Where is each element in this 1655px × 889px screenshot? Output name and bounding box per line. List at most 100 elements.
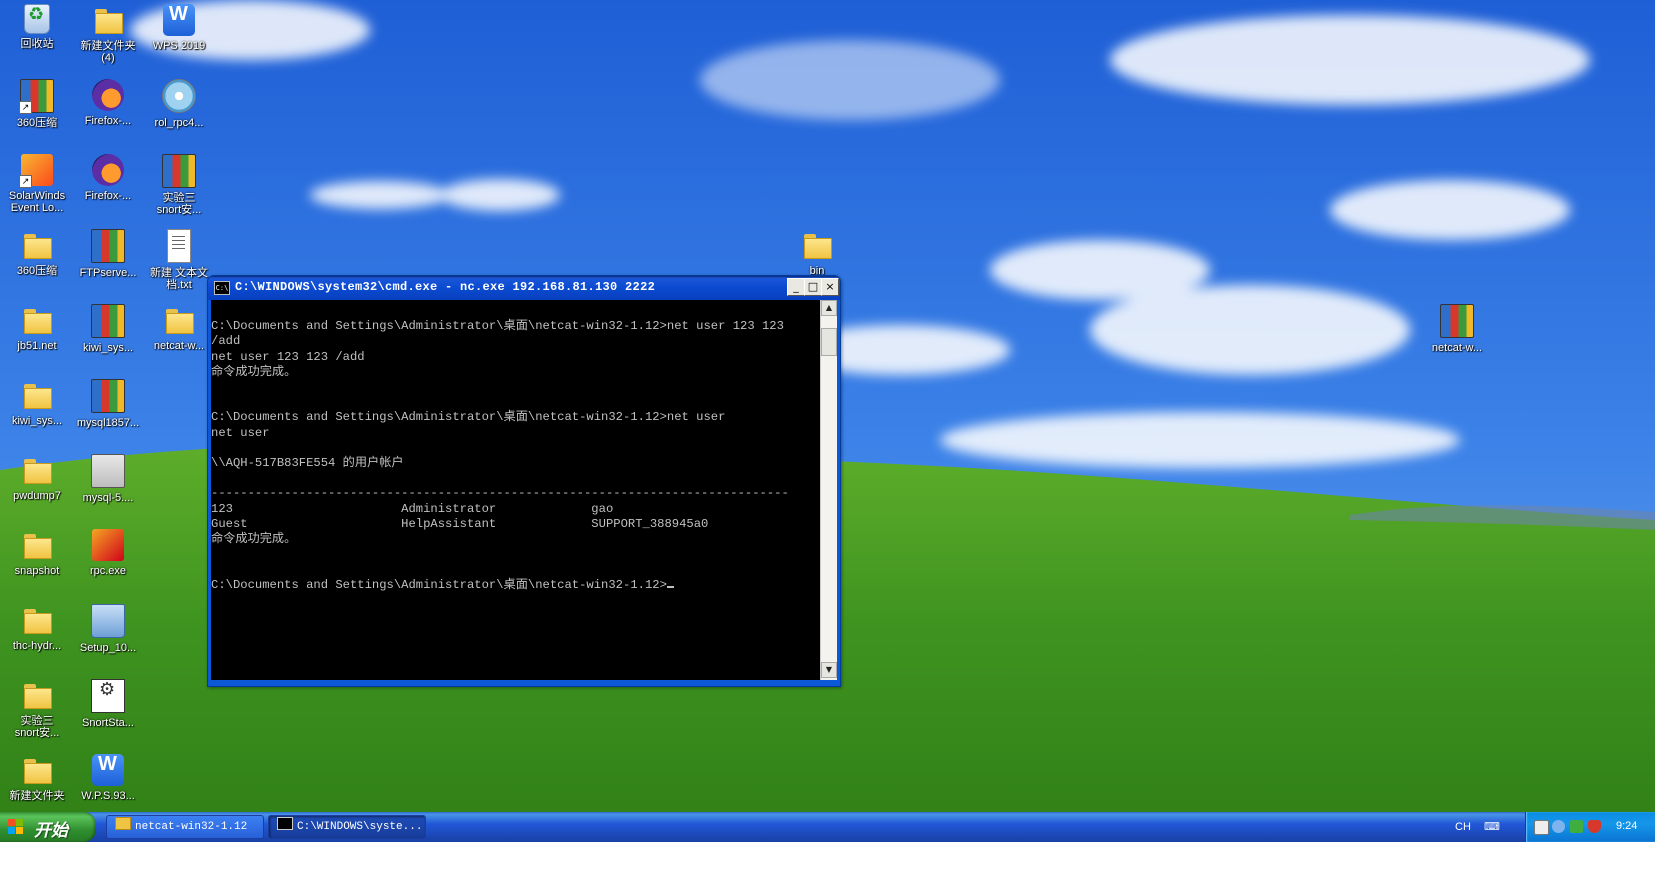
console-line: 命令成功完成。 <box>211 532 297 547</box>
console-text: C:\Documents and Settings\Administrator\… <box>211 304 789 593</box>
window-title: C:\WINDOWS\system32\cmd.exe - nc.exe 192… <box>235 280 656 294</box>
desktop-icon-snortsta[interactable]: SnortSta... <box>71 675 145 749</box>
desktop-icon-label: 新建文件夹 <box>9 790 65 802</box>
console-output-area[interactable]: C:\Documents and Settings\Administrator\… <box>211 300 820 680</box>
desktop-icon-netcat-right[interactable]: netcat-w... <box>1420 300 1494 374</box>
desktop-icon-label: FTPserve... <box>79 267 137 279</box>
desktop-icon-pwdump7[interactable]: pwdump7 <box>0 450 74 524</box>
desktop-icon-mysql-5[interactable]: mysql-5.... <box>71 450 145 524</box>
taskbar-button-cmd[interactable]: C:\WINDOWS\syste... <box>268 815 426 839</box>
scrollbar-thumb[interactable] <box>821 328 837 356</box>
folder-icon <box>92 4 124 36</box>
console-line: \\AQH-517B83FE554 的用户帐户 <box>211 456 404 471</box>
desktop-icon-kiwi-sys-1[interactable]: kiwi_sys... <box>71 300 145 374</box>
desktop-icon-label: netcat-w... <box>153 340 205 352</box>
taskbar-button-label: netcat-win32-1.12 <box>135 821 248 833</box>
desktop-icon-label: 新建文件夹 (4) <box>80 40 136 64</box>
desktop-icon-netcat-folder[interactable]: netcat-w... <box>142 300 216 374</box>
security-shield-icon[interactable] <box>1588 820 1601 833</box>
desktop-icon-label: WPS 2019 <box>152 40 206 52</box>
winrar-icon <box>19 79 54 114</box>
winrar-icon <box>91 379 125 413</box>
desktop-icon-rpc-exe[interactable]: rpc.exe <box>71 525 145 599</box>
desktop-icon-ftpserve[interactable]: FTPserve... <box>71 225 145 299</box>
winrar-icon <box>91 229 125 263</box>
folder-icon <box>21 379 53 411</box>
desktop-icon-firefox-2[interactable]: Firefox-... <box>71 150 145 224</box>
desktop-icon-kiwi-sys-2[interactable]: kiwi_sys... <box>0 375 74 449</box>
desktop-icon-label: SolarWinds Event Lo... <box>8 190 66 214</box>
cmd-app-icon: C:\ <box>214 281 230 295</box>
solar-icon <box>19 154 53 188</box>
desktop-icon-exp3-snort-1[interactable]: 实验三 snort安... <box>142 150 216 224</box>
text-cursor <box>666 585 674 588</box>
desktop-icon-label: jb51.net <box>17 340 57 352</box>
folder-icon <box>21 604 53 636</box>
desktop-icon-label: netcat-w... <box>1431 342 1483 354</box>
close-button[interactable]: × <box>821 278 839 296</box>
console-line: C:\Documents and Settings\Administrator\… <box>211 577 667 592</box>
desktop-icon-setup-10[interactable]: Setup_10... <box>71 600 145 674</box>
clock: 9:24 <box>1616 820 1638 832</box>
start-button[interactable]: 开始 <box>0 812 96 842</box>
scroll-down-button[interactable]: ▼ <box>821 662 837 678</box>
exe-icon <box>91 454 125 488</box>
firefox-icon <box>92 154 124 186</box>
wps-icon <box>92 754 124 786</box>
winrar-icon <box>1440 304 1474 338</box>
vertical-scrollbar[interactable]: ▲ ▼ <box>820 300 837 680</box>
desktop-icon-label: 实验三 snort安... <box>14 715 60 739</box>
desktop-icon-thc-hydra[interactable]: thc-hydr... <box>0 600 74 674</box>
desktop-icon-label: kiwi_sys... <box>82 342 134 354</box>
doc-icon <box>167 229 191 263</box>
network-icon[interactable] <box>1552 820 1565 833</box>
desktop-icon-label: Firefox-... <box>84 115 132 127</box>
desktop-icon-label: rol_rpc4... <box>154 117 204 129</box>
minimize-button[interactable]: _ <box>787 278 805 296</box>
folder-icon <box>21 529 53 561</box>
desktop-icon-label: 360压缩 <box>16 117 58 129</box>
desktop-icon-label: Firefox-... <box>84 190 132 202</box>
vmware-tools-icon[interactable] <box>1534 820 1549 835</box>
desktop-icon-new-text-doc[interactable]: 新建 文本文 档.txt <box>142 225 216 299</box>
desktop-icon-solarwinds[interactable]: SolarWinds Event Lo... <box>0 150 74 224</box>
start-label: 开始 <box>34 821 68 841</box>
desktop-icon-exp3-snort-2[interactable]: 实验三 snort安... <box>0 675 74 749</box>
desktop-icon-jb51-net[interactable]: jb51.net <box>0 300 74 374</box>
console-line: C:\Documents and Settings\Administrator\… <box>211 319 784 334</box>
folder-icon <box>21 304 53 336</box>
desktop-icon-firefox-1[interactable]: Firefox-... <box>71 75 145 149</box>
taskbar-button-netcat-folder[interactable]: netcat-win32-1.12 <box>106 815 264 839</box>
desktop-icon-label: 360压缩 <box>16 265 58 277</box>
desktop-icon-rol-rpc4[interactable]: rol_rpc4... <box>142 75 216 149</box>
taskbar-button-label: C:\WINDOWS\syste... <box>297 821 423 833</box>
desktop-icon-snapshot[interactable]: snapshot <box>0 525 74 599</box>
winrar-icon <box>162 154 196 188</box>
desktop-icon-recycle-bin[interactable]: 回收站 <box>0 0 74 74</box>
windows-flag-icon <box>8 819 24 835</box>
input-method-icon[interactable]: ⌨ <box>1484 821 1500 833</box>
console-line: ----------------------------------------… <box>211 486 789 501</box>
desktop-icon-new-folder-4[interactable]: 新建文件夹 (4) <box>71 0 145 74</box>
folder-icon <box>163 304 195 336</box>
console-line: /add <box>211 334 241 349</box>
desktop-icon-wps-2019[interactable]: WPS 2019 <box>142 0 216 74</box>
desktop-icon-label: mysql-5.... <box>82 492 134 504</box>
cmd-titlebar[interactable]: C:\ C:\WINDOWS\system32\cmd.exe - nc.exe… <box>208 276 840 300</box>
desktop-icon-mysql1857[interactable]: mysql1857... <box>71 375 145 449</box>
disc-icon <box>162 79 196 113</box>
wps-icon <box>163 4 195 36</box>
maximize-button[interactable]: □ <box>804 278 822 296</box>
antivirus-icon[interactable] <box>1570 820 1583 833</box>
desktop-icon-label: pwdump7 <box>13 490 61 502</box>
desktop-icon-360zip-folder[interactable]: 360压缩 <box>0 225 74 299</box>
folder-icon <box>21 454 53 486</box>
language-indicator[interactable]: CH ⌨ <box>1455 820 1500 833</box>
folder-icon <box>21 679 53 711</box>
cmd-window[interactable]: C:\ C:\WINDOWS\system32\cmd.exe - nc.exe… <box>207 275 841 687</box>
desktop-icon-360zip-shortcut[interactable]: 360压缩 <box>0 75 74 149</box>
desktop-icon-label: rpc.exe <box>89 565 127 577</box>
scroll-up-button[interactable]: ▲ <box>821 300 837 316</box>
desktop-icon-label: 回收站 <box>20 38 54 50</box>
firefox-icon <box>92 79 124 111</box>
